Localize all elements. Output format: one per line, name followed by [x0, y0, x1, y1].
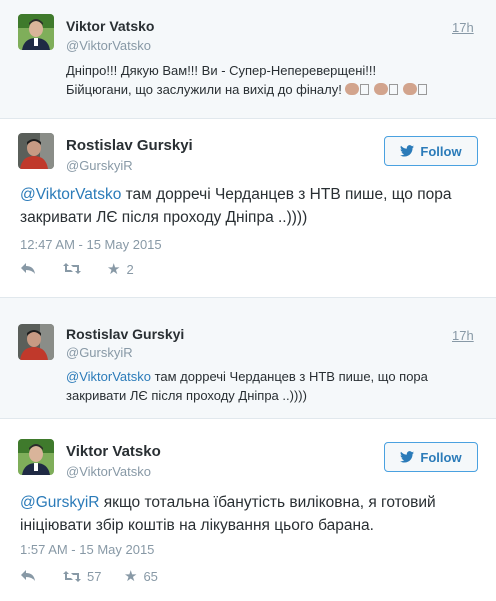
tweet-text: @ViktorVatsko там дорречі Черданцев з НТ…: [66, 367, 486, 405]
clap-emoji-icon: [345, 83, 360, 95]
mention-link[interactable]: @ViktorVatsko: [20, 186, 121, 203]
tweet-text-rest: там дорречі Черданцев з НТВ пише, що пор…: [121, 186, 452, 203]
clap-emoji-icon: [374, 83, 389, 95]
missing-glyph-icon: [417, 84, 427, 95]
favorite-count: 65: [143, 569, 158, 584]
missing-glyph-icon: [389, 84, 399, 95]
reply-action[interactable]: [20, 262, 36, 275]
tweet-text-rest: там дорречі Черданцев з НТВ пише, що пор…: [150, 369, 428, 384]
tweet-timestamp[interactable]: 12:47 AM - 15 May 2015: [20, 237, 162, 252]
tweet-compact-2[interactable]: Rostislav Gurskyi @GurskyiR 17h @ViktorV…: [0, 298, 496, 418]
tweet-text-line-2: ініціювати збір коштів на лікування цьог…: [20, 517, 374, 534]
tweet-text: @GurskyiR якщо тотальна їбанутість вилік…: [20, 491, 486, 537]
follow-button[interactable]: Follow: [384, 442, 478, 472]
favorite-action[interactable]: ★ 65: [124, 569, 158, 584]
avatar[interactable]: [18, 439, 54, 475]
retweet-icon: [63, 571, 81, 582]
reply-icon: [21, 263, 35, 274]
avatar[interactable]: [18, 14, 54, 50]
tweet-text: @ViktorVatsko там дорречі Черданцев з НТ…: [20, 183, 486, 229]
follow-button[interactable]: Follow: [384, 136, 478, 166]
author-handle[interactable]: @GurskyiR: [66, 158, 133, 173]
author-name[interactable]: Viktor Vatsko: [66, 443, 161, 460]
reply-icon: [21, 570, 35, 581]
author-name[interactable]: Viktor Vatsko: [66, 18, 154, 34]
clap-emoji-icon: [402, 83, 417, 95]
tweet-expanded-1[interactable]: Rostislav Gurskyi @GurskyiR Follow @Vikt…: [0, 119, 496, 297]
tweet-text-rest: якщо тотальна їбанутість виліковна, я го…: [99, 494, 436, 511]
author-name[interactable]: Rostislav Gurskyi: [66, 326, 184, 342]
tweet-text-line-2-text: Бійцюгани, що заслужили на вихід до фіна…: [66, 82, 342, 97]
mention-link[interactable]: @ViktorVatsko: [66, 369, 151, 384]
tweet-compact-1[interactable]: Viktor Vatsko @ViktorVatsko 17h Дніпро!!…: [0, 0, 496, 118]
follow-button-label: Follow: [420, 449, 462, 465]
bird-icon: [400, 145, 415, 157]
retweet-action[interactable]: 57: [63, 569, 101, 584]
avatar[interactable]: [18, 324, 54, 360]
author-handle[interactable]: @GurskyiR: [66, 345, 133, 360]
retweet-count: 57: [87, 569, 102, 584]
tweet-text-line-2: Бійцюгани, що заслужили на вихід до фіна…: [66, 80, 486, 99]
favorite-count: 2: [126, 262, 134, 277]
retweet-icon: [63, 263, 81, 274]
author-handle[interactable]: @ViktorVatsko: [66, 38, 151, 53]
bird-icon: [400, 451, 415, 463]
avatar[interactable]: [18, 133, 54, 169]
tweet-text-line-2: закривати ЛЄ після проходу Дніпра ..)))): [66, 388, 307, 403]
tweet-text-line-1: @ViktorVatsko там дорречі Черданцев з НТ…: [20, 183, 486, 206]
retweet-action[interactable]: [63, 262, 81, 275]
tweet-text-line-1: @ViktorVatsko там дорречі Черданцев з НТ…: [66, 367, 486, 386]
author-name[interactable]: Rostislav Gurskyi: [66, 137, 193, 154]
star-icon: ★: [124, 568, 138, 585]
missing-glyph-icon: [360, 84, 370, 95]
tweet-text-line-1: Дніпро!!! Дякую Вам!!! Ви - Супер-Непере…: [66, 63, 377, 78]
star-icon: ★: [107, 261, 121, 278]
tweet-time[interactable]: 17h: [452, 328, 474, 343]
mention-link[interactable]: @GurskyiR: [20, 494, 99, 511]
follow-button-label: Follow: [420, 143, 462, 159]
author-handle[interactable]: @ViktorVatsko: [66, 464, 151, 479]
tweet-text-line-2: закривати ЛЄ після проходу Дніпра ..)))): [20, 209, 308, 226]
tweet-text: Дніпро!!! Дякую Вам!!! Ви - Супер-Непере…: [66, 61, 486, 99]
tweet-time[interactable]: 17h: [452, 20, 474, 35]
tweet-timestamp[interactable]: 1:57 AM - 15 May 2015: [20, 542, 154, 557]
reply-action[interactable]: [20, 569, 36, 582]
tweet-text-line-1: @GurskyiR якщо тотальна їбанутість вилік…: [20, 491, 486, 514]
tweet-expanded-2[interactable]: Viktor Vatsko @ViktorVatsko Follow @Gurs…: [0, 419, 496, 601]
favorite-action[interactable]: ★ 2: [107, 262, 134, 277]
